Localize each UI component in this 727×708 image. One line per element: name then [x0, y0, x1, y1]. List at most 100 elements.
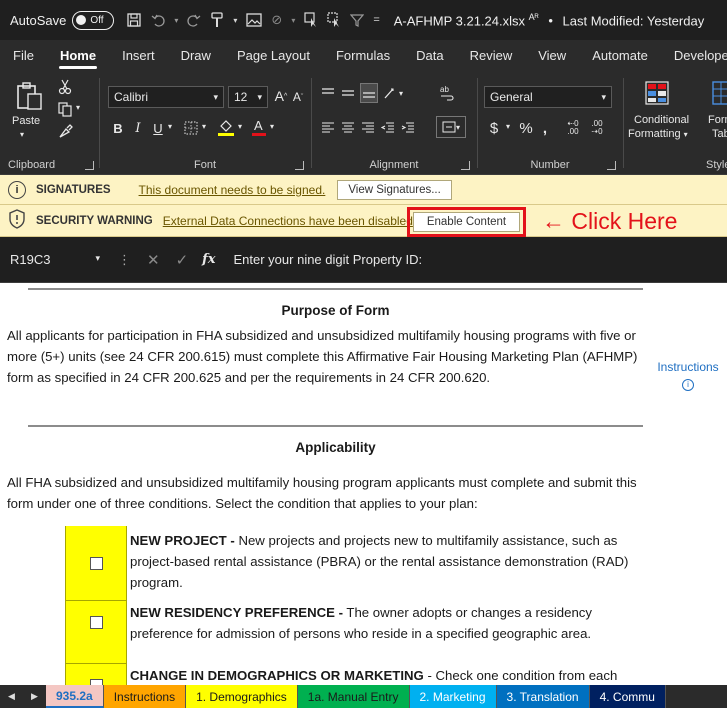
- number-launcher-icon[interactable]: [607, 161, 616, 170]
- format-painter-icon[interactable]: [210, 12, 224, 28]
- decrease-font-size-icon[interactable]: Aˇ: [290, 88, 306, 106]
- italic-icon[interactable]: I: [130, 118, 146, 138]
- font-size-combobox[interactable]: 12 ▾: [228, 86, 268, 108]
- currency-icon[interactable]: $: [486, 118, 502, 138]
- number-format-combobox[interactable]: General ▾: [484, 86, 612, 108]
- filter-icon[interactable]: [350, 13, 365, 27]
- chevron-down-icon[interactable]: ▾: [506, 122, 510, 131]
- scroll-right-icon[interactable]: ▶: [23, 685, 46, 708]
- formula-input[interactable]: Enter your nine digit Property ID:: [234, 252, 423, 267]
- picture-icon[interactable]: [246, 13, 263, 27]
- formula-bar: R19C3 ▾ ⋮ ✕ ✓ fx Enter your nine digit P…: [0, 237, 727, 283]
- align-left-icon[interactable]: [320, 118, 336, 136]
- increase-decimal-icon[interactable]: ⇠0.00: [562, 118, 584, 138]
- underline-icon[interactable]: U: [150, 118, 166, 138]
- select-icon[interactable]: [327, 12, 341, 28]
- sheet-tab[interactable]: 2. Marketing: [409, 685, 497, 708]
- font-launcher-icon[interactable]: [295, 161, 304, 170]
- format-as-table-icon[interactable]: [710, 78, 727, 108]
- chevron-down-icon[interactable]: ▾: [291, 16, 295, 25]
- sheet-tab[interactable]: 935.2a: [46, 685, 104, 708]
- align-middle-icon[interactable]: [340, 84, 356, 102]
- borders-icon[interactable]: [182, 118, 200, 138]
- view-signatures-button[interactable]: View Signatures...: [337, 179, 452, 200]
- tab-home[interactable]: Home: [47, 40, 109, 72]
- sheet-tab[interactable]: Instructions: [103, 685, 187, 708]
- sheet-tab[interactable]: 1. Demographics: [186, 685, 298, 708]
- new-project-checkbox[interactable]: [90, 557, 103, 570]
- undo-icon[interactable]: [151, 13, 166, 27]
- confirm-icon[interactable]: ✓: [176, 251, 189, 269]
- percent-icon[interactable]: %: [518, 118, 534, 138]
- formula-bar-separator[interactable]: ⋮: [118, 252, 131, 268]
- align-bottom-icon[interactable]: [360, 83, 378, 103]
- wrap-text-icon[interactable]: ab: [438, 82, 458, 104]
- align-center-icon[interactable]: [340, 118, 356, 136]
- font-color-icon[interactable]: A: [250, 116, 268, 138]
- chevron-down-icon: ▾: [213, 92, 218, 102]
- fill-color-icon[interactable]: [216, 116, 236, 138]
- section-rule: [28, 425, 643, 427]
- redo-icon[interactable]: [187, 13, 201, 27]
- format-painter-icon[interactable]: [56, 122, 74, 140]
- chevron-down-icon[interactable]: ▾: [168, 122, 172, 131]
- enable-content-button[interactable]: Enable Content: [413, 212, 520, 232]
- scroll-left-icon[interactable]: ◀: [0, 685, 23, 708]
- new-residency-preference-checkbox[interactable]: [90, 616, 103, 629]
- name-box[interactable]: R19C3 ▾: [0, 252, 110, 267]
- autosave-toggle[interactable]: Off: [72, 10, 115, 30]
- save-icon[interactable]: [126, 12, 142, 28]
- tab-page-layout[interactable]: Page Layout: [224, 40, 323, 72]
- increase-font-size-icon[interactable]: A ^: [272, 86, 290, 106]
- cursor-icon[interactable]: [304, 12, 318, 28]
- cancel-icon[interactable]: ✕: [147, 251, 160, 269]
- tab-developer[interactable]: Develope: [661, 40, 727, 72]
- external-data-link[interactable]: External Data Connections have been disa…: [163, 214, 413, 228]
- chevron-down-icon[interactable]: ▾: [20, 130, 24, 139]
- instructions-link[interactable]: Instructions i: [650, 359, 726, 391]
- customize-qat-icon[interactable]: =: [373, 14, 379, 26]
- tab-formulas[interactable]: Formulas: [323, 40, 403, 72]
- security-warning-title: SECURITY WARNING: [36, 214, 153, 227]
- info-icon: i: [8, 180, 26, 199]
- chevron-down-icon[interactable]: ▾: [202, 122, 206, 131]
- cut-icon[interactable]: [56, 78, 74, 96]
- insert-function-icon[interactable]: fx: [202, 252, 215, 267]
- tab-draw[interactable]: Draw: [168, 40, 224, 72]
- comma-style-icon[interactable]: ,: [538, 118, 552, 138]
- chevron-down-icon[interactable]: ▾: [270, 122, 274, 131]
- bold-icon[interactable]: B: [110, 118, 126, 138]
- font-name-combobox[interactable]: Calibri ▾: [108, 86, 224, 108]
- chevron-down-icon[interactable]: ▾: [233, 16, 237, 25]
- chevron-down-icon[interactable]: ▾: [174, 16, 178, 25]
- align-top-icon[interactable]: [320, 84, 336, 102]
- align-right-icon[interactable]: [360, 118, 376, 136]
- tab-data[interactable]: Data: [403, 40, 456, 72]
- sheet-tab[interactable]: 1a. Manual Entry: [297, 685, 410, 708]
- tab-file[interactable]: File: [0, 40, 47, 72]
- link-icon[interactable]: ⊘: [271, 12, 282, 28]
- copy-icon[interactable]: [56, 100, 74, 118]
- tab-review[interactable]: Review: [457, 40, 526, 72]
- conditional-formatting-icon[interactable]: [642, 78, 672, 108]
- applicability-heading: Applicability: [295, 440, 376, 455]
- clipboard-launcher-icon[interactable]: [85, 161, 94, 170]
- alignment-launcher-icon[interactable]: [461, 161, 470, 170]
- decrease-decimal-icon[interactable]: .00 ⇢0: [586, 118, 608, 138]
- increase-indent-icon[interactable]: [400, 118, 416, 136]
- tab-insert[interactable]: Insert: [109, 40, 168, 72]
- orientation-icon[interactable]: ▾: [382, 84, 404, 102]
- tab-view[interactable]: View: [525, 40, 579, 72]
- signatures-message-link[interactable]: This document needs to be signed.: [139, 183, 326, 197]
- sheet-tab[interactable]: 4. Commu: [589, 685, 666, 708]
- chevron-down-icon: ▾: [601, 92, 606, 102]
- group-divider: [99, 78, 100, 168]
- chevron-down-icon[interactable]: ▾: [76, 103, 80, 112]
- sheet-tab[interactable]: 3. Translation: [496, 685, 590, 708]
- decrease-indent-icon[interactable]: [380, 118, 396, 136]
- tab-automate[interactable]: Automate: [579, 40, 661, 72]
- paste-icon[interactable]: [14, 80, 44, 112]
- chevron-down-icon[interactable]: ▾: [238, 122, 242, 131]
- merge-center-icon[interactable]: ▾: [436, 116, 466, 138]
- worksheet[interactable]: Purpose of Form All applicants for parti…: [0, 283, 727, 685]
